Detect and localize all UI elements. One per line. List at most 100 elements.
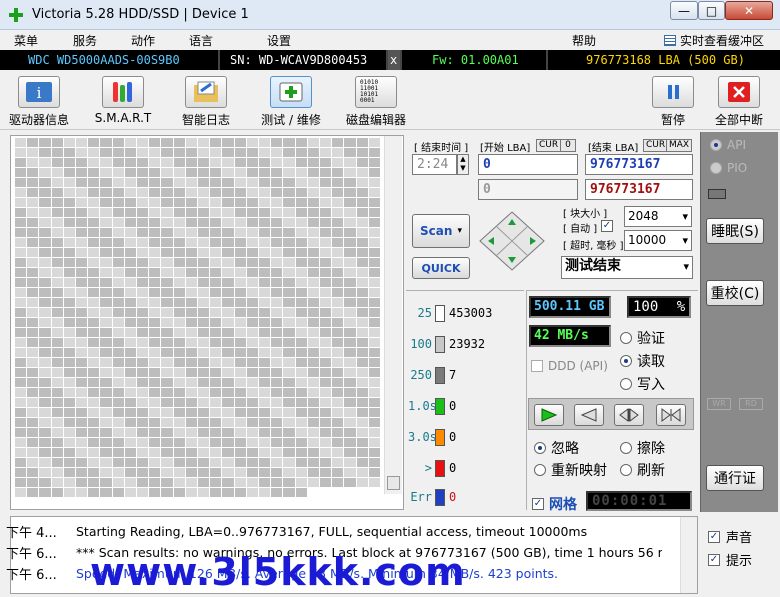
end-lba-input[interactable]: 976773167	[585, 154, 693, 175]
write-option[interactable]: 写入	[620, 374, 665, 394]
scan-block	[332, 178, 344, 187]
scan-block	[185, 178, 197, 187]
log-scrollbar[interactable]	[680, 517, 697, 593]
sound-option[interactable]: ✓ 声音	[708, 527, 752, 546]
pio-option[interactable]: PIO	[710, 161, 747, 175]
scan-block	[39, 158, 51, 167]
api-option[interactable]: API	[710, 138, 746, 152]
scan-block	[185, 428, 197, 437]
timeout-select[interactable]: 10000	[624, 230, 692, 251]
scan-block	[100, 208, 112, 217]
scan-block	[368, 448, 380, 457]
quick-button[interactable]: QUICK	[412, 257, 470, 279]
scan-map-scrollbar[interactable]	[384, 136, 402, 494]
grid-checkbox[interactable]: ✓	[532, 498, 544, 510]
smart-log-button[interactable]: 智能日志	[161, 74, 251, 128]
reverse-button[interactable]	[574, 404, 604, 426]
refresh-radio[interactable]	[620, 464, 632, 476]
scan-block	[100, 288, 112, 297]
grid-option[interactable]: ✓ 网格	[532, 494, 577, 514]
verify-radio[interactable]	[620, 332, 632, 344]
scan-block	[259, 478, 271, 487]
scan-button[interactable]: Scan ▾	[412, 214, 470, 248]
scan-block	[198, 368, 210, 377]
scan-block	[210, 328, 222, 337]
scan-block	[76, 478, 88, 487]
scan-block	[15, 178, 27, 187]
scan-block	[222, 478, 234, 487]
pio-radio[interactable]	[710, 162, 722, 174]
scan-status-select[interactable]: 测试结束	[561, 256, 693, 279]
scan-block	[320, 388, 332, 397]
abort-all-button[interactable]: 全部中断	[694, 74, 780, 128]
scan-block	[344, 258, 356, 267]
step-back-button[interactable]	[614, 404, 644, 426]
end-cur-button[interactable]: CUR	[643, 139, 669, 152]
hints-option[interactable]: ✓ 提示	[708, 550, 752, 569]
hints-checkbox[interactable]: ✓	[708, 553, 720, 566]
sound-checkbox[interactable]: ✓	[708, 530, 720, 543]
menu-help[interactable]: 帮助	[572, 32, 596, 49]
scan-block	[332, 368, 344, 377]
device-close-x[interactable]: x	[388, 50, 402, 70]
menu-settings[interactable]: 设置	[267, 32, 291, 49]
write-radio[interactable]	[620, 378, 632, 390]
menu-service[interactable]: 服务	[73, 32, 97, 49]
scan-block	[137, 338, 149, 347]
scan-block	[332, 138, 344, 147]
end-max-button[interactable]: MAX	[666, 139, 693, 152]
scan-block	[356, 438, 368, 447]
scan-block	[51, 338, 63, 347]
block-size-select[interactable]: 2048	[624, 206, 692, 227]
ignore-option[interactable]: 忽略	[534, 438, 579, 458]
scan-block	[149, 258, 161, 267]
scan-block	[198, 278, 210, 287]
step-end-button[interactable]	[656, 404, 686, 426]
scan-block	[39, 348, 51, 357]
passport-button[interactable]: 通行证	[706, 465, 764, 491]
scan-block	[283, 238, 295, 247]
remap-radio[interactable]	[534, 464, 546, 476]
menu-language[interactable]: 语言	[189, 32, 213, 49]
api-radio[interactable]	[710, 139, 722, 151]
smart-button[interactable]: S.M.A.R.T	[78, 74, 168, 128]
remap-option[interactable]: 重新映射	[534, 460, 607, 480]
scan-block	[88, 468, 100, 477]
scan-block	[15, 268, 27, 277]
start-cur-button[interactable]: CUR	[536, 139, 562, 152]
disk-editor-button[interactable]: 01010 11001 10101 0001 磁盘编辑器	[331, 74, 421, 128]
scan-block	[259, 448, 271, 457]
refresh-option[interactable]: 刷新	[620, 460, 665, 480]
ddd-api-checkbox[interactable]	[531, 360, 543, 372]
read-option[interactable]: 读取	[620, 351, 665, 371]
stat-value: 23932	[449, 337, 486, 351]
end-time-spinner[interactable]: ▲ ▼	[457, 154, 469, 175]
drive-info-button[interactable]: i 驱动器信息	[0, 74, 84, 128]
start-lba-input[interactable]: 0	[478, 154, 578, 175]
ddd-api-option[interactable]: DDD (API)	[531, 359, 608, 373]
scan-block	[51, 318, 63, 327]
scan-block	[320, 158, 332, 167]
minimize-button[interactable]: —	[670, 1, 698, 20]
erase-radio[interactable]	[620, 442, 632, 454]
close-button[interactable]: ✕	[725, 1, 773, 20]
verify-option[interactable]: 验证	[620, 328, 665, 348]
scan-block	[283, 428, 295, 437]
scan-block	[246, 168, 258, 177]
menu-action[interactable]: 动作	[131, 32, 155, 49]
sleep-button[interactable]: 睡眠(S)	[706, 218, 764, 244]
start-zero-button[interactable]: 0	[560, 139, 576, 152]
read-radio[interactable]	[620, 355, 632, 367]
maximize-button[interactable]: □	[698, 1, 725, 20]
realtime-buffer-toggle[interactable]: 实时查看缓冲区	[664, 32, 764, 49]
ignore-radio[interactable]	[534, 442, 546, 454]
menu-main[interactable]: 菜单	[14, 32, 38, 49]
recalibrate-button[interactable]: 重校(C)	[706, 280, 764, 306]
auto-block-size-checkbox[interactable]: ✓	[601, 220, 613, 232]
end-time-field[interactable]: 2:24	[412, 154, 457, 175]
test-repair-button[interactable]: 测试 / 维修	[246, 74, 336, 128]
play-button[interactable]	[534, 404, 564, 426]
scan-map-scroll-thumb[interactable]	[387, 476, 400, 490]
scan-block	[149, 468, 161, 477]
erase-option[interactable]: 擦除	[620, 438, 665, 458]
